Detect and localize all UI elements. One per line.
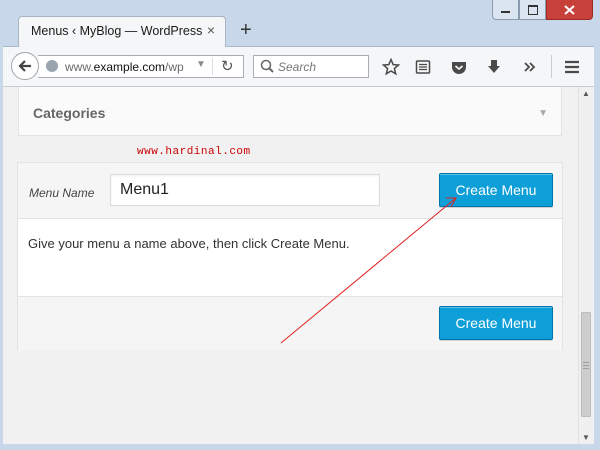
maximize-icon xyxy=(527,4,538,15)
window-titlebar: Menus ‹ MyBlog — WordPress × + xyxy=(0,0,600,47)
globe-icon xyxy=(46,60,58,72)
hamburger-menu-icon[interactable] xyxy=(562,57,582,77)
reload-icon[interactable]: ↻ xyxy=(221,57,234,75)
minimize-button[interactable] xyxy=(492,0,519,20)
search-placeholder: Search xyxy=(278,60,317,74)
scroll-down-arrow-icon[interactable]: ▼ xyxy=(582,433,590,442)
url-text[interactable]: www.example.com/wp xyxy=(65,60,184,74)
url-domain: example.com xyxy=(93,60,166,74)
url-path: /wp xyxy=(165,60,184,74)
browser-tab-active[interactable]: Menus ‹ MyBlog — WordPress × xyxy=(18,16,226,47)
bookmark-star-icon[interactable] xyxy=(381,57,401,77)
search-bar[interactable]: Search xyxy=(253,55,369,78)
search-icon xyxy=(260,59,274,73)
toolbar-separator xyxy=(551,55,552,78)
download-icon[interactable] xyxy=(484,57,504,77)
back-button[interactable] xyxy=(11,52,39,80)
scrollbar-thumb[interactable] xyxy=(581,312,591,417)
tab-title: Menus ‹ MyBlog — WordPress xyxy=(31,24,203,38)
reading-list-icon[interactable] xyxy=(413,57,433,77)
annotation-arrow xyxy=(280,197,457,344)
window-border-bottom xyxy=(0,444,600,450)
page-content: Categories ▼ www.hardinal.com Menu Name … xyxy=(0,87,577,444)
thumb-grip xyxy=(583,365,589,366)
vertical-scrollbar[interactable]: ▲ ▼ xyxy=(578,87,594,444)
close-window-button[interactable] xyxy=(546,0,593,20)
url-prefix: www. xyxy=(65,60,94,74)
minimize-icon xyxy=(501,11,510,13)
thumb-grip xyxy=(583,368,589,369)
url-separator xyxy=(212,58,213,75)
browser-toolbar: www.example.com/wp ▼ ↻ Search xyxy=(0,47,600,87)
new-tab-icon[interactable]: + xyxy=(240,20,252,40)
back-arrow-icon xyxy=(18,60,31,72)
maximize-button[interactable] xyxy=(519,0,546,20)
url-bar[interactable]: www.example.com/wp ▼ ↻ xyxy=(38,55,244,78)
pocket-icon[interactable] xyxy=(449,57,469,77)
thumb-grip xyxy=(583,362,589,363)
url-dropdown-icon[interactable]: ▼ xyxy=(196,59,206,70)
window-border-left xyxy=(0,46,3,450)
close-icon xyxy=(564,4,575,15)
window-border-right xyxy=(594,0,600,450)
tab-close-icon[interactable]: × xyxy=(207,22,215,38)
scroll-up-arrow-icon[interactable]: ▲ xyxy=(582,89,590,98)
overflow-chevrons-icon[interactable] xyxy=(520,57,540,77)
